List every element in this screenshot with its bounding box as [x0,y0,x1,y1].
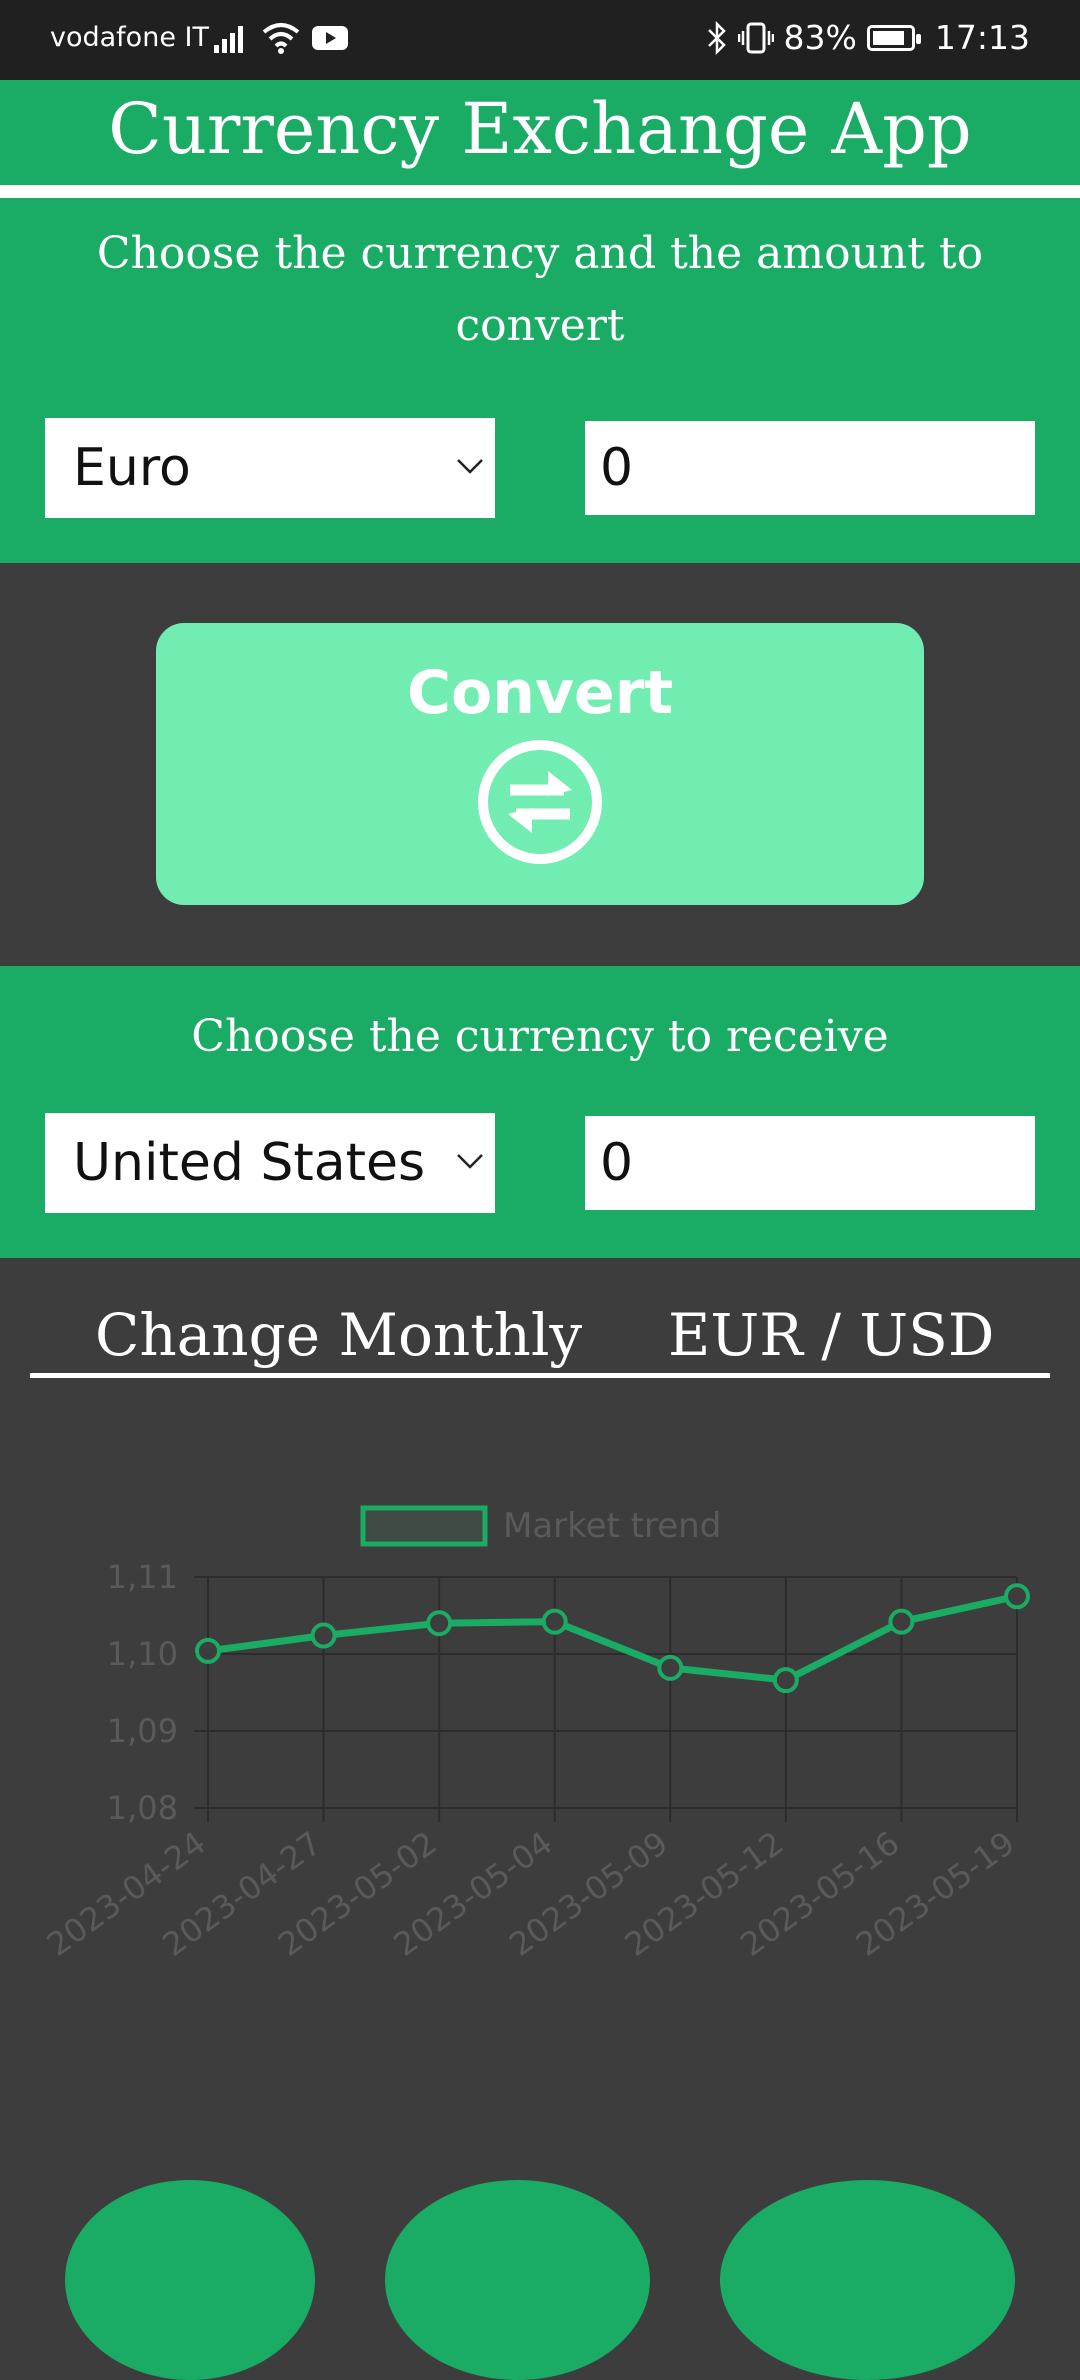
app-title: Currency Exchange App [0,80,1080,185]
battery-percent: 83% [783,18,857,57]
bottom-nav-button-1[interactable] [65,2180,315,2380]
wifi-icon [262,23,300,54]
from-currency-value: Euro [73,438,191,498]
market-trend-chart: Market trend 1,11 1,10 1,09 1,08 2023-04-24… [40,1505,1030,1964]
chevron-down-icon [457,1154,483,1169]
chevron-down-icon [457,459,483,474]
youtube-icon [312,26,348,50]
data-point[interactable] [888,1608,915,1635]
data-point[interactable] [310,1622,337,1649]
bluetooth-icon [707,20,726,55]
header-divider [0,185,1080,198]
y-tick-label: 1,11 [107,1558,178,1596]
x-axis-ticks: 2023-04-242023-04-272023-05-022023-05-04… [40,1824,1022,1964]
y-tick-label: 1,08 [107,1789,178,1827]
convert-button[interactable]: Convert [156,623,924,905]
from-currency-select[interactable]: Euro [45,418,495,518]
bottom-nav-button-3[interactable] [720,2180,1015,2380]
swap-icon [478,740,602,864]
from-currency-panel: Choose the currency and the amount to co… [0,198,1080,563]
status-icons-left [214,22,348,54]
signal-icon [214,26,243,53]
convert-label: Convert [406,658,674,728]
tab-underline [30,1373,1050,1378]
to-currency-select[interactable]: United States [45,1113,495,1213]
y-axis-ticks: 1,11 1,10 1,09 1,08 [107,1558,178,1827]
tab-change-monthly[interactable]: Change Monthly [95,1295,582,1375]
converted-amount-field[interactable]: 0 [585,1116,1035,1210]
carrier-label: vodafone IT [50,22,209,53]
status-bar: vodafone IT 83% 17:13 [0,0,1080,80]
to-currency-value: United States [73,1133,426,1193]
chart-series [195,1583,1030,1694]
to-section-title: Choose the currency to receive [191,1011,889,1062]
data-point[interactable] [1004,1583,1030,1610]
chart-legend: Market trend [360,1505,721,1547]
amount-input[interactable]: 0 [585,421,1035,515]
data-point[interactable] [541,1608,568,1635]
data-point[interactable] [772,1667,799,1694]
to-currency-panel: Choose the currency to receive United St… [0,966,1080,1258]
chart-tabs: Change Monthly EUR / USD [30,1295,1050,1375]
y-tick-label: 1,09 [107,1712,178,1750]
y-tick-label: 1,10 [107,1635,178,1673]
data-point[interactable] [426,1610,453,1637]
data-point[interactable] [195,1637,221,1664]
bottom-nav-button-2[interactable] [385,2180,650,2380]
status-icons-right: 83% 17:13 [706,18,1030,57]
vibrate-icon [737,22,774,53]
from-section-title: Choose the currency and the amount to co… [96,228,984,351]
clock: 17:13 [934,18,1030,57]
tab-currency-pair[interactable]: EUR / USD [668,1295,994,1375]
data-point[interactable] [657,1654,684,1681]
legend-label: Market trend [503,1506,721,1546]
legend-swatch [360,1505,488,1547]
battery-icon [866,24,921,51]
